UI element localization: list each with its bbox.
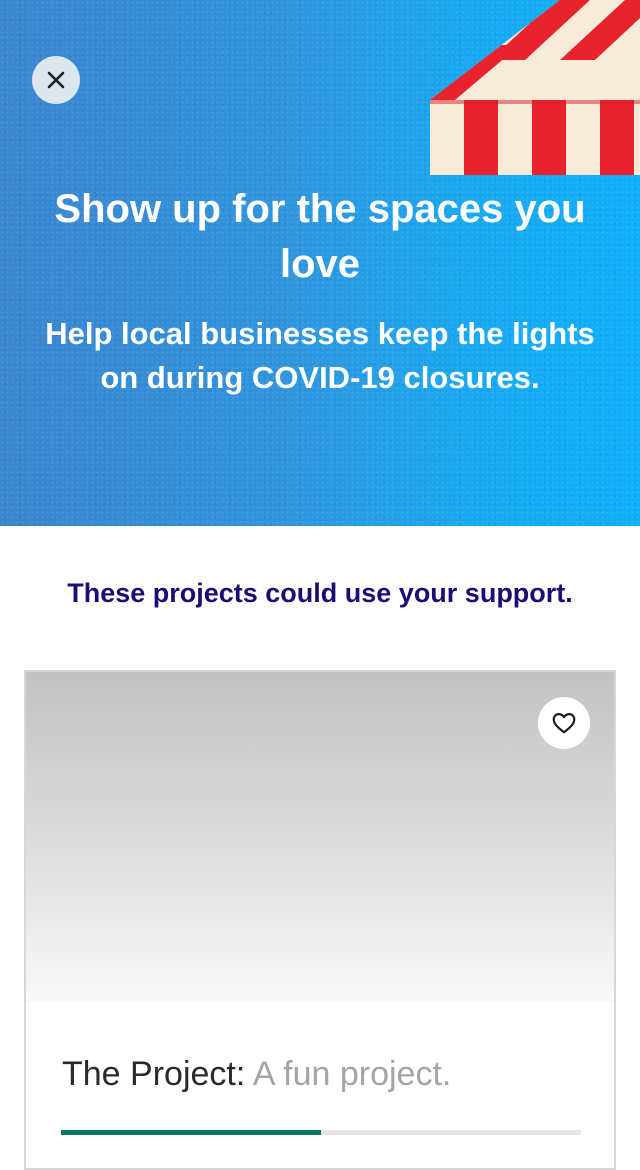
favorite-button[interactable] [538, 697, 590, 749]
project-name: The Project: [62, 1055, 246, 1093]
funding-progress-bar [61, 1130, 581, 1135]
project-card[interactable]: The Project: A fun project. [24, 670, 616, 1170]
project-image [26, 672, 614, 1002]
section-heading: These projects could use your support. [67, 578, 573, 608]
hero-subtitle: Help local businesses keep the lights on… [45, 316, 595, 395]
project-description: A fun project. [252, 1055, 452, 1093]
close-button[interactable] [32, 56, 80, 104]
project-title-line: The Project: A fun project. [62, 1052, 602, 1096]
hero-banner: Show up for the spaces you love Help loc… [0, 0, 640, 526]
hero-title: Show up for the spaces you love [54, 187, 586, 286]
awning-illustration [430, 0, 640, 175]
heart-outline-icon [552, 713, 576, 734]
funding-progress-fill [61, 1130, 321, 1135]
close-icon [47, 71, 65, 89]
